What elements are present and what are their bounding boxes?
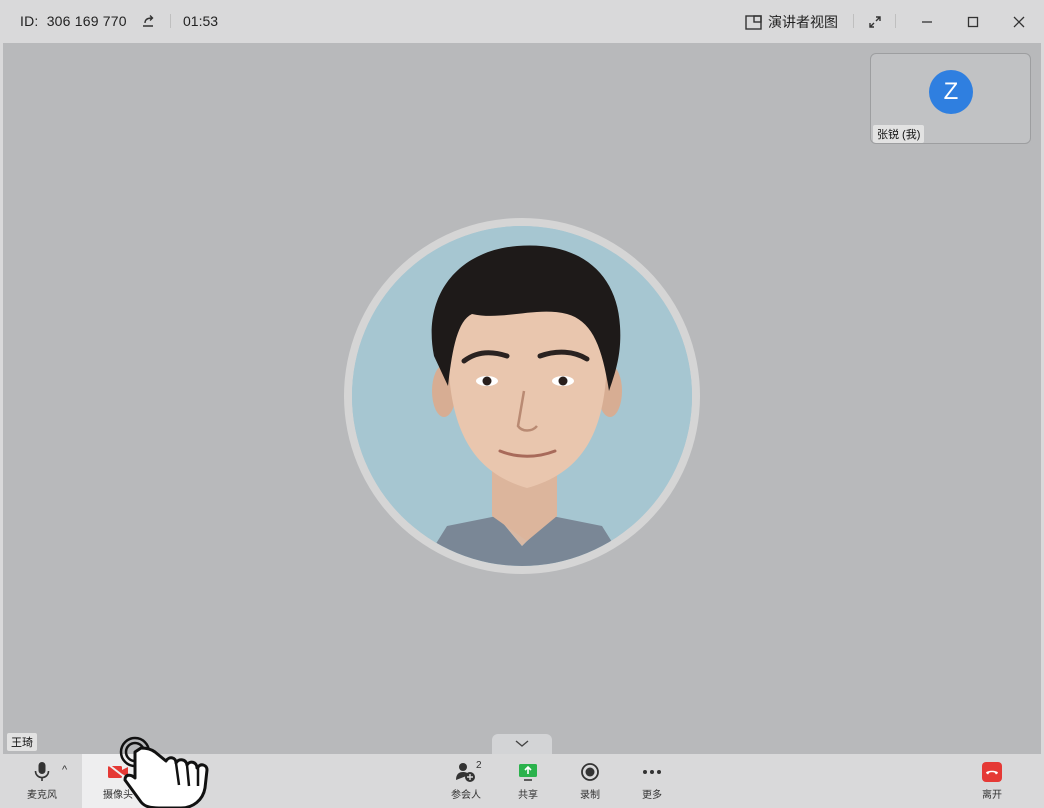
self-name-label: 张锐 (我) [873, 125, 925, 143]
more-button[interactable]: 更多 [634, 754, 670, 808]
maximize-icon[interactable] [963, 12, 983, 32]
share-screen-icon [516, 761, 540, 783]
participant-avatar-ring [344, 218, 700, 574]
participants-icon [454, 761, 478, 783]
share-meeting-icon[interactable] [140, 13, 156, 29]
self-avatar: Z [929, 70, 973, 114]
hand-pointer-cursor-icon [119, 736, 209, 808]
record-label: 录制 [580, 790, 600, 801]
self-video-tile[interactable]: Z 张锐 (我) [870, 53, 1031, 144]
speaker-view-label: 演讲者视图 [768, 14, 838, 30]
fullscreen-icon[interactable] [865, 12, 885, 32]
remote-participant-name: 王琦 [7, 733, 37, 751]
speaker-view-icon [745, 14, 762, 30]
divider [895, 14, 896, 28]
microphone-label: 麦克风 [27, 790, 57, 801]
minimize-icon[interactable] [917, 12, 937, 32]
person-portrait-image [352, 226, 692, 566]
microphone-icon [30, 761, 54, 783]
speaker-view-button[interactable]: 演讲者视图 [745, 12, 838, 32]
title-bar: ID: 306 169 770 01:53 演讲者视图 [0, 0, 1044, 43]
meeting-id: ID: 306 169 770 [20, 13, 127, 29]
collapse-toolbar-button[interactable] [492, 734, 552, 754]
leave-button[interactable]: 离开 [974, 754, 1010, 808]
share-button[interactable]: 共享 [510, 754, 546, 808]
microphone-button[interactable]: 麦克风 [20, 754, 64, 808]
participants-count: 2 [476, 760, 482, 771]
meeting-id-value: 306 169 770 [46, 13, 127, 29]
participants-label: 参会人 [451, 790, 481, 801]
divider [853, 14, 854, 28]
meeting-id-label: ID: [20, 13, 39, 29]
leave-label: 离开 [982, 790, 1002, 801]
close-icon[interactable] [1009, 12, 1029, 32]
record-icon [578, 761, 602, 783]
divider [170, 14, 171, 28]
record-button[interactable]: 录制 [572, 754, 608, 808]
meeting-timer: 01:53 [183, 13, 219, 29]
share-label: 共享 [518, 790, 538, 801]
video-stage: Z 张锐 (我) 王琦 [3, 43, 1041, 754]
more-dots-icon [640, 761, 664, 783]
more-label: 更多 [642, 790, 662, 801]
microphone-options-caret[interactable]: ^ [62, 764, 67, 776]
participant-avatar-photo [352, 226, 692, 566]
leave-phone-icon [980, 761, 1004, 783]
chevron-down-icon [515, 740, 529, 747]
